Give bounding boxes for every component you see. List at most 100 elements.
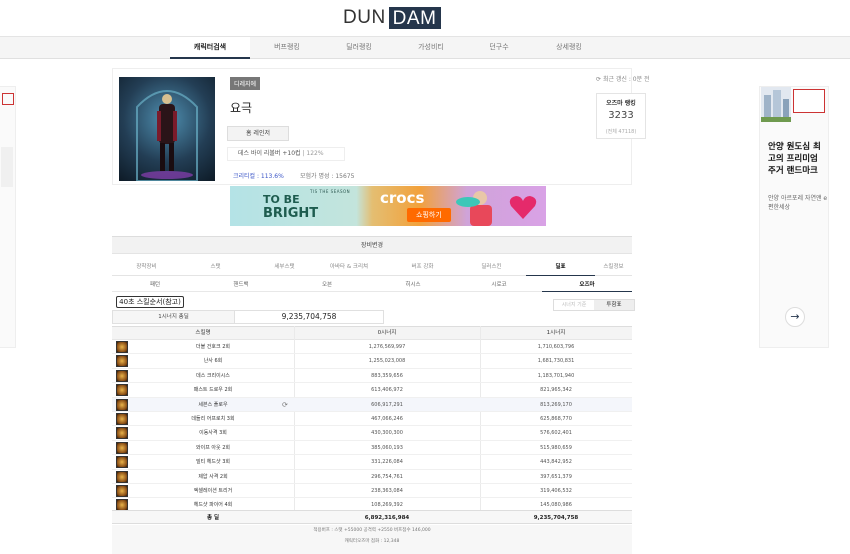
refresh-status[interactable]: ⟳ 최근 갱신 : 0분 전 — [596, 74, 650, 83]
synergy-total-label: 1시너지 총딜 — [113, 311, 235, 323]
synergy-0-value: 467,066,246 — [371, 415, 403, 422]
main-tabs: 장착장비 스탯 세부스탯 아바타 & 크리쳐 버프 강화 딜러스킨 딜표 스킬정… — [112, 259, 632, 276]
adventure-fame: 모험가 명성 : 15675 — [300, 173, 355, 180]
skill-icon — [116, 427, 128, 440]
tab-avatar-creature[interactable]: 아바타 & 크리쳐 — [312, 259, 386, 276]
main-nav: 캐릭터검색 버프랭킹 딜러랭킹 가성비티 던구수 상세랭킹 — [0, 37, 850, 59]
tab-skill-info[interactable]: 스킬정보 — [595, 259, 632, 276]
tab-equipment[interactable]: 장착장비 — [112, 259, 181, 276]
tab-stats[interactable]: 스탯 — [181, 259, 250, 276]
banner-heart-icon — [509, 196, 537, 219]
skill-icon — [116, 441, 128, 454]
raid-tabs: 패턴 핸드백 오븐 히시스 시로코 오즈마 — [112, 278, 632, 292]
refresh-icon[interactable]: ⟳ — [596, 76, 601, 83]
synergy-0-value: 883,359,656 — [371, 372, 403, 379]
left-ad-logo — [2, 93, 14, 105]
synergy-1-value: 1,681,730,831 — [537, 358, 575, 365]
tab-dealer-skin[interactable]: 딜러스킨 — [457, 259, 526, 276]
skill-name: 세븐스 플로우 — [198, 401, 228, 408]
character-portrait — [119, 77, 215, 182]
nav-buff-ranking[interactable]: 버프랭킹 — [247, 37, 327, 59]
guild-button[interactable]: 홈 레인저 — [227, 126, 289, 141]
toggle-table[interactable]: 투함표 — [594, 300, 634, 310]
synergy-1-value: 813,269,170 — [540, 401, 572, 408]
tab-oven[interactable]: 오븐 — [284, 278, 370, 292]
ad-logo-box — [793, 89, 825, 113]
skill-icon — [116, 484, 128, 497]
equipment-change-header[interactable]: 장비변경 — [112, 236, 632, 254]
skill-name: 와이프 아웃 2회 — [196, 444, 230, 451]
ozma-rank-box: 오즈마 랭킹 3233 (전체 47118) — [596, 93, 646, 139]
table-row: 데들리 어프로치 3회 467,066,246 625,868,770 — [112, 412, 632, 427]
skill-name: 엑셀레이션 트리거 — [193, 487, 233, 494]
top-bar: DUN DAM — [0, 0, 850, 37]
applied-buff-note: 적용버프 : 스탯 +55000 공격력 +2550 버프점수 146,000 — [112, 525, 632, 536]
right-side-ad[interactable]: 안양 원도심 최고의 프리미엄 주거 랜드마크 안양 아르포레 자연앤 e편한세… — [759, 86, 829, 348]
view-toggle[interactable]: 시너지 기준 투함표 — [553, 299, 635, 311]
tab-buff-enhance[interactable]: 버프 강화 — [388, 259, 457, 276]
skill-name: 제압 사격 2회 — [198, 473, 228, 480]
tab-ozma[interactable]: 오즈마 — [542, 278, 632, 292]
toggle-synergy[interactable]: 시너지 기준 — [554, 300, 594, 310]
title-item: 데스 바이 리볼버 +10컵 | 122% — [227, 147, 345, 161]
title-percent: 122% — [306, 150, 324, 157]
table-row: 제압 사격 2회 296,754,761 397,651,379 — [112, 470, 632, 484]
tab-detail-stats[interactable]: 세부스탯 — [250, 259, 319, 276]
ad-arrow-icon[interactable]: → — [785, 307, 805, 327]
skill-name: 난사 6회 — [203, 358, 223, 365]
total-synergy-0: 6,892,316,984 — [364, 515, 410, 521]
footer-filler — [112, 547, 632, 554]
damage-table-body: 더블 건호크 2회 1,276,569,997 1,710,603,796 난사 6회… — [112, 340, 632, 513]
banner-shoe-icon — [456, 197, 480, 207]
crocs-banner-ad[interactable]: TIS THE SEASON TO BE BRIGHT crocs 쇼핑하기 — [230, 186, 546, 226]
tab-handbag[interactable]: 핸드백 — [198, 278, 284, 292]
ozma-ignition-note: 캐릭터오즈마 점화 : 12,348 — [112, 536, 632, 547]
left-ad-text-block — [1, 147, 13, 187]
nav-dealer-ranking[interactable]: 딜러랭킹 — [319, 37, 399, 59]
left-side-ad[interactable] — [0, 86, 16, 348]
synergy-1-value: 821,965,342 — [540, 387, 572, 394]
rank-value: 3233 — [608, 110, 634, 121]
nav-dungusu[interactable]: 던구수 — [459, 37, 539, 59]
skill-name: 패스트 드로우 2회 — [193, 387, 233, 394]
nav-character-search[interactable]: 캐릭터검색 — [170, 37, 250, 59]
sync-icon[interactable]: ⟳ — [282, 398, 288, 412]
header-synergy-0: 0시너지 — [377, 330, 397, 336]
tab-sirocco[interactable]: 시로코 — [456, 278, 542, 292]
refresh-text: 최근 갱신 : 0분 전 — [602, 76, 650, 83]
synergy-0-value: 385,060,193 — [371, 444, 403, 451]
ad-subtitle: 안양 아르포레 자연앤 e편한세상 — [768, 195, 828, 211]
crit-stat: 크리티컬 : 113.6% — [233, 173, 284, 180]
logo-text-dam: DAM — [388, 7, 442, 29]
site-logo[interactable]: DUN DAM — [343, 7, 442, 29]
banner-cta-button[interactable]: 쇼핑하기 — [407, 208, 451, 222]
skill-name: 더블 건호크 2회 — [196, 344, 230, 350]
banner-line1: TO BE — [263, 193, 300, 206]
total-row: 총 딜 6,892,316,984 9,235,704,758 — [112, 510, 632, 524]
skill-icon — [116, 470, 128, 483]
table-row: 빌티 헤드샷 3회 331,226,084 443,842,952 — [112, 455, 632, 470]
nav-detail-ranking[interactable]: 상세랭킹 — [529, 37, 609, 59]
server-tag: 디레지에 — [230, 77, 261, 90]
synergy-1-value: 397,651,379 — [540, 473, 572, 480]
synergy-1-value: 625,868,770 — [540, 415, 572, 422]
banner-line2: BRIGHT — [263, 206, 319, 221]
skill-icon — [116, 355, 128, 368]
synergy-1-value: 515,980,659 — [540, 444, 572, 451]
table-row: 세븐스 플로우 ⟳ 606,917,291 813,269,170 — [112, 397, 632, 412]
table-row: 더블 건호크 2회 1,276,569,997 1,710,603,796 — [112, 340, 632, 355]
skill-icon — [116, 456, 128, 469]
skill-order-button[interactable]: 40초 스킬순서(참고) — [116, 296, 184, 308]
tab-pattern[interactable]: 패턴 — [112, 278, 198, 292]
synergy-1-value: 319,406,532 — [540, 487, 572, 494]
tab-damage-table[interactable]: 딜표 — [526, 259, 595, 276]
title-main: 데스 바이 리볼버 +10컵 — [238, 150, 301, 157]
synergy-0-value: 613,406,972 — [371, 387, 403, 394]
skill-icon — [116, 341, 128, 353]
banner-tagline: TIS THE SEASON — [310, 189, 351, 194]
synergy-0-value: 238,363,084 — [371, 487, 403, 494]
synergy-1-value: 576,602,401 — [540, 430, 572, 437]
table-row: 패스트 드로우 2회 613,406,972 821,965,342 — [112, 383, 632, 398]
tab-hisis[interactable]: 히시스 — [370, 278, 456, 292]
skill-icon — [116, 384, 128, 397]
